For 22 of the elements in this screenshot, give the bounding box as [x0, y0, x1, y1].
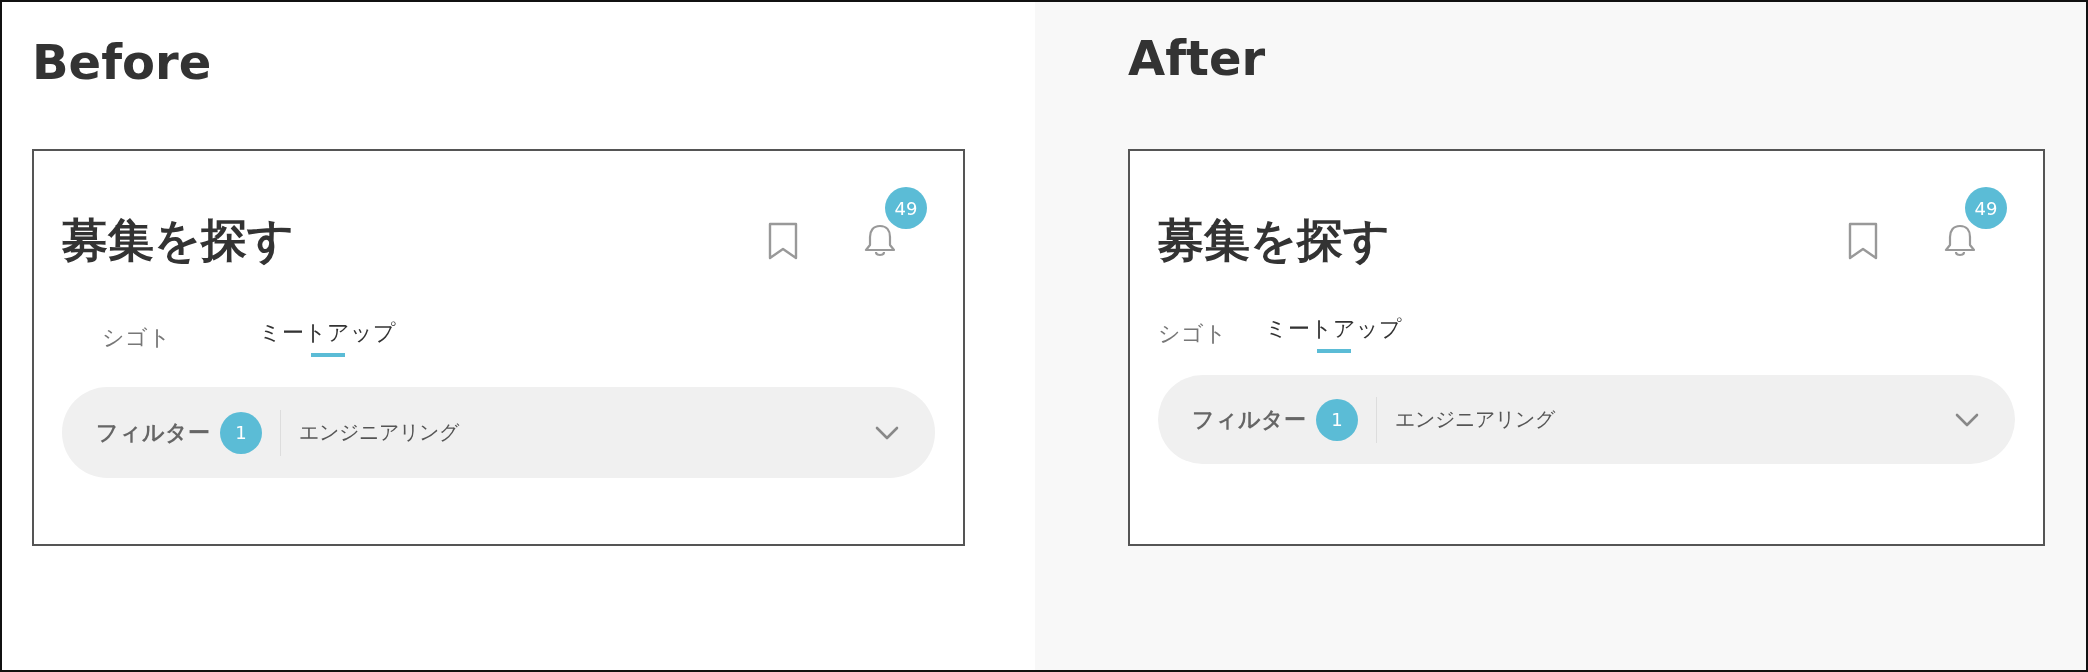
section-heading: After: [1128, 29, 1267, 88]
filter-label: フィルター: [1192, 405, 1306, 434]
filter-value: エンジニアリング: [299, 419, 460, 446]
chevron-down-icon[interactable]: [1955, 412, 1979, 427]
notification-badge: 49: [885, 187, 927, 229]
notification-badge: 49: [1965, 187, 2007, 229]
bookmark-icon[interactable]: [1847, 222, 1879, 260]
filter-bar[interactable]: フィルター 1 エンジニアリング: [1158, 375, 2015, 464]
page-title: 募集を探す: [62, 212, 295, 269]
tab[interactable]: シゴト: [102, 315, 171, 361]
chevron-down-icon[interactable]: [875, 425, 899, 440]
tab[interactable]: シゴト: [1158, 311, 1227, 357]
section-heading: Before: [32, 33, 213, 92]
filter-count-badge: 1: [1316, 398, 1358, 441]
filter-value: エンジニアリング: [1395, 406, 1556, 433]
bell-icon[interactable]: [1943, 223, 1977, 259]
filter-count-badge: 1: [220, 411, 262, 454]
page-title: 募集を探す: [1158, 212, 1391, 269]
filter-label: フィルター: [96, 418, 210, 447]
filter-bar[interactable]: フィルター 1 エンジニアリング: [62, 387, 935, 478]
bell-icon[interactable]: [863, 223, 897, 259]
bookmark-icon[interactable]: [767, 222, 799, 260]
